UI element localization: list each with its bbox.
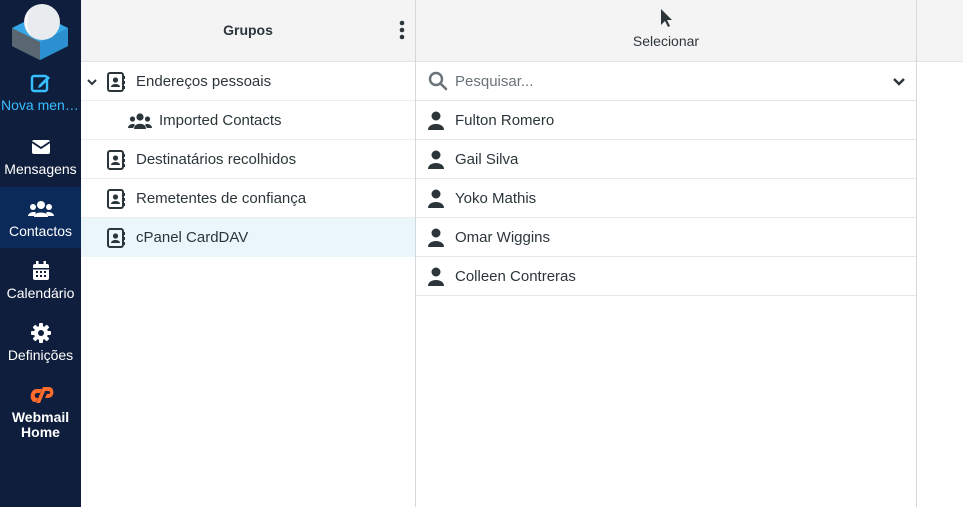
gear-icon <box>0 322 81 344</box>
nav-webmail-home-label-line2: Home <box>21 425 60 440</box>
contact-row[interactable]: Omar Wiggins <box>416 218 916 257</box>
nav-webmail-home[interactable]: Webmail Home <box>0 384 81 440</box>
webmail-app: Nova mens… Mensagens Contactos Calendári… <box>0 0 963 507</box>
calendar-icon <box>0 260 81 282</box>
search-icon <box>428 71 448 91</box>
groups-panel: Grupos Endereços pessoais Imported Conta… <box>81 0 416 507</box>
contacts-header: Selecionar <box>416 0 916 62</box>
users-icon <box>0 198 81 220</box>
sidebar-nav: Nova mens… Mensagens Contactos Calendári… <box>0 0 81 507</box>
address-book-icon <box>107 150 125 170</box>
contact-row[interactable]: Yoko Mathis <box>416 179 916 218</box>
user-icon <box>427 189 445 208</box>
contact-name: Fulton Romero <box>455 112 555 129</box>
envelope-icon <box>0 136 81 158</box>
group-item-cpanel-carddav[interactable]: cPanel CardDAV <box>81 218 415 257</box>
contact-name: Omar Wiggins <box>455 229 551 246</box>
contact-detail-header <box>917 0 963 62</box>
pointer-icon <box>661 9 672 27</box>
contact-name: Gail Silva <box>455 151 519 168</box>
group-label: Destinatários recolhidos <box>136 151 297 168</box>
group-item-collected-recipients[interactable]: Destinatários recolhidos <box>81 140 415 179</box>
user-icon <box>427 150 445 169</box>
compose-icon <box>0 72 81 94</box>
select-button[interactable]: Selecionar <box>416 8 916 49</box>
group-label: Remetentes de confiança <box>136 190 307 207</box>
address-book-icon <box>107 189 125 209</box>
search-bar <box>416 62 916 101</box>
user-icon <box>427 111 445 130</box>
nav-messages[interactable]: Mensagens <box>0 136 81 177</box>
group-label: cPanel CardDAV <box>136 229 249 246</box>
nav-contacts[interactable]: Contactos <box>0 187 81 248</box>
groups-title: Grupos <box>223 22 273 38</box>
nav-messages-label: Mensagens <box>4 162 77 177</box>
contact-row[interactable]: Fulton Romero <box>416 101 916 140</box>
nav-settings-label: Definições <box>7 348 74 363</box>
group-icon <box>128 112 152 130</box>
group-label: Imported Contacts <box>159 112 282 129</box>
nav-settings[interactable]: Definições <box>0 322 81 363</box>
address-book-icon <box>107 228 125 248</box>
group-item-personal-addresses[interactable]: Endereços pessoais <box>81 62 415 101</box>
select-label: Selecionar <box>632 33 700 49</box>
logo <box>10 2 70 60</box>
nav-webmail-home-label-line1: Webmail <box>11 410 70 425</box>
contacts-panel: Selecionar Fulton Romero Gail Silva Yoko… <box>416 0 917 507</box>
user-icon <box>427 228 445 247</box>
nav-compose[interactable]: Nova mens… <box>0 72 81 113</box>
cpanel-icon <box>0 384 81 406</box>
nav-contacts-label: Contactos <box>8 224 73 239</box>
chevron-down-icon[interactable] <box>86 75 98 87</box>
contact-name: Yoko Mathis <box>455 190 537 207</box>
contact-name: Colleen Contreras <box>455 268 576 285</box>
contact-row[interactable]: Gail Silva <box>416 140 916 179</box>
nav-compose-label: Nova mens… <box>1 98 81 113</box>
group-label: Endereços pessoais <box>136 73 272 90</box>
group-item-imported-contacts[interactable]: Imported Contacts <box>81 101 415 140</box>
chevron-down-icon[interactable] <box>892 75 906 87</box>
nav-calendar-label: Calendário <box>6 286 75 301</box>
address-book-icon <box>107 72 125 92</box>
contact-row[interactable]: Colleen Contreras <box>416 257 916 296</box>
group-item-trusted-senders[interactable]: Remetentes de confiança <box>81 179 415 218</box>
kebab-menu-icon[interactable] <box>398 20 406 40</box>
nav-calendar[interactable]: Calendário <box>0 260 81 301</box>
search-input[interactable] <box>455 68 875 94</box>
groups-header: Grupos <box>81 0 415 62</box>
user-icon <box>427 267 445 286</box>
